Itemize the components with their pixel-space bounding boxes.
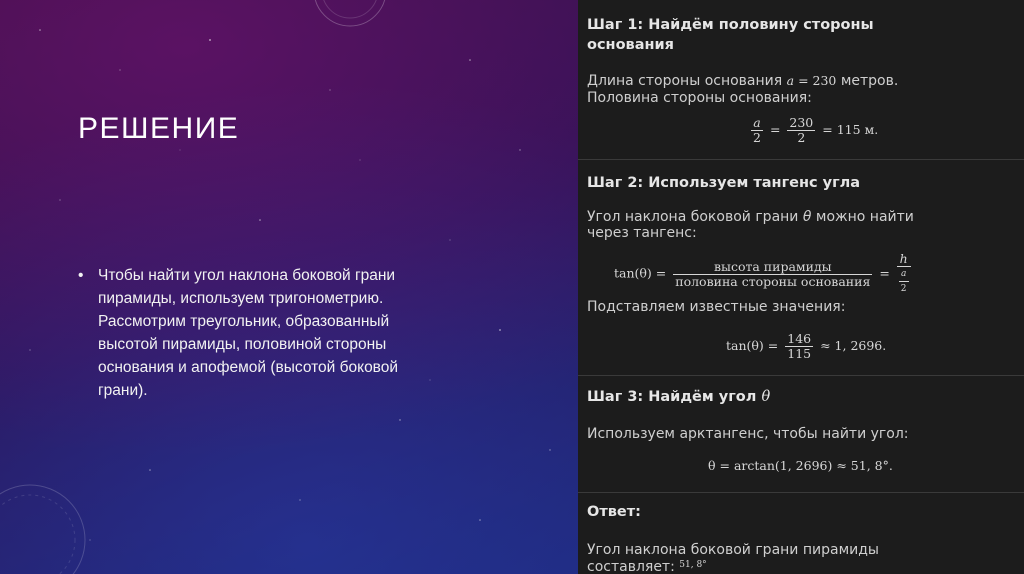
step2-text-line2: через тангенс:	[587, 225, 697, 241]
step2-subst-text: Подставляем известные значения:	[587, 299, 846, 315]
step1-title-line1: Шаг 1: Найдём половину стороны	[587, 17, 874, 33]
step1-text-line2: Половина стороны основания:	[587, 90, 812, 106]
step1-formula: a2 = 230 2 = 115 м.	[751, 115, 879, 145]
bullet-item: • Чтобы найти угол наклона боковой грани…	[78, 264, 418, 402]
solution-screenshot-panel: Шаг 1: Найдём половину стороны основания…	[578, 0, 1024, 574]
decorative-circle-bottom	[0, 484, 86, 574]
step3-formula: θ = arctan(1, 2696) ≈ 51, 8°.	[708, 458, 893, 473]
answer-title: Ответ:	[587, 504, 641, 520]
step2-title: Шаг 2: Используем тангенс угла	[587, 175, 861, 191]
step1-title-line2: основания	[587, 37, 674, 53]
bullet-marker: •	[78, 267, 84, 284]
step1-text-line1: Длина стороны основания a = 230 метров.	[587, 73, 899, 89]
answer-text-line1: Угол наклона боковой грани пирамиды	[587, 542, 879, 558]
bullet-text: Чтобы найти угол наклона боковой грани п…	[98, 267, 399, 399]
divider	[578, 375, 1024, 376]
slide-title: РЕШЕНИЕ	[78, 112, 240, 145]
step2-numeric-formula: tan(θ) = 146 115 ≈ 1, 2696.	[726, 331, 887, 361]
slide: РЕШЕНИЕ • Чтобы найти угол наклона боков…	[0, 0, 1024, 574]
decorative-circle-top	[314, 0, 386, 27]
divider	[578, 492, 1024, 493]
answer-text-line2: составляет: 51, 8°	[587, 559, 707, 574]
step3-text: Используем арктангенс, чтобы найти угол:	[587, 426, 909, 442]
bullet-list: • Чтобы найти угол наклона боковой грани…	[78, 264, 418, 402]
step2-tan-formula: tan(θ) = высота пирамиды половина стороны…	[614, 252, 914, 296]
step3-title: Шаг 3: Найдём угол θ	[587, 389, 771, 405]
divider	[578, 159, 1024, 160]
